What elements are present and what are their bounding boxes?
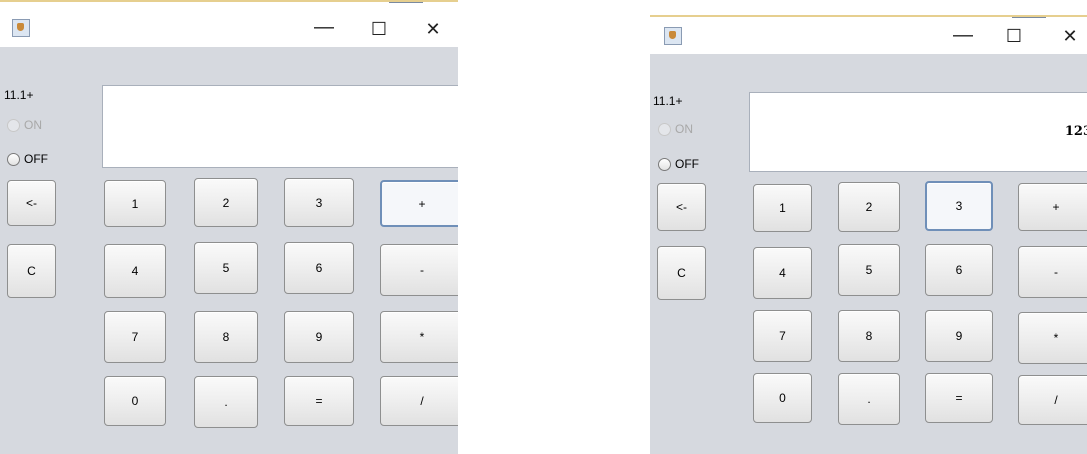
key-3-button[interactable]: 3 bbox=[284, 178, 354, 227]
title-bar: — ☐ ✕ bbox=[0, 0, 458, 47]
key-5-button[interactable]: 5 bbox=[838, 244, 900, 296]
key-3-button[interactable]: 3 bbox=[925, 181, 993, 231]
key-7-button[interactable]: 7 bbox=[753, 310, 812, 362]
radio-on-indicator bbox=[7, 118, 20, 132]
radio-off[interactable]: OFF bbox=[658, 157, 699, 171]
radio-on-label: ON bbox=[24, 118, 42, 132]
key-8-button[interactable]: 8 bbox=[838, 310, 900, 362]
key-6-button[interactable]: 6 bbox=[925, 244, 993, 296]
key-9-button[interactable]: 9 bbox=[925, 310, 993, 362]
key-decimal-button[interactable]: . bbox=[194, 376, 258, 428]
java-app-icon bbox=[664, 27, 682, 45]
radio-on: ON bbox=[658, 122, 693, 136]
radio-off-label: OFF bbox=[675, 157, 699, 171]
backspace-button[interactable]: <- bbox=[657, 183, 706, 231]
key-5-button[interactable]: 5 bbox=[194, 242, 258, 294]
minimize-button[interactable]: — bbox=[951, 25, 975, 45]
key-4-button[interactable]: 4 bbox=[753, 247, 812, 299]
key-9-button[interactable]: 9 bbox=[284, 311, 354, 363]
clear-button[interactable]: C bbox=[7, 244, 56, 298]
key-2-button[interactable]: 2 bbox=[838, 182, 900, 232]
key-divide-button[interactable]: / bbox=[1018, 375, 1087, 425]
key-divide-button[interactable]: / bbox=[380, 376, 458, 426]
calculator-window-2: — ☐ ✕ 11.1+ ON OFF 123 <- C 1 2 3 + 4 5 … bbox=[650, 0, 1087, 454]
display-field[interactable] bbox=[102, 85, 458, 168]
radio-on: ON bbox=[7, 118, 42, 132]
key-decimal-button[interactable]: . bbox=[838, 373, 900, 425]
clear-button[interactable]: C bbox=[657, 246, 706, 300]
key-1-button[interactable]: 1 bbox=[753, 184, 812, 232]
backspace-button[interactable]: <- bbox=[7, 180, 56, 226]
key-equals-button[interactable]: = bbox=[284, 376, 354, 426]
title-bar: — ☐ ✕ bbox=[650, 15, 1087, 54]
key-plus-button[interactable]: + bbox=[1018, 183, 1087, 231]
key-multiply-button[interactable]: * bbox=[1018, 312, 1087, 364]
display-value: 123 bbox=[1064, 124, 1087, 139]
display-field[interactable]: 123 bbox=[749, 92, 1087, 172]
window-top-border bbox=[0, 0, 458, 2]
key-2-button[interactable]: 2 bbox=[194, 178, 258, 227]
calculator-window-1: — ☐ ✕ 11.1+ ON OFF <- C 1 2 3 + 4 5 6 - … bbox=[0, 0, 458, 454]
radio-on-indicator bbox=[658, 122, 671, 136]
key-multiply-button[interactable]: * bbox=[380, 311, 458, 363]
window-top-border bbox=[650, 15, 1087, 17]
key-equals-button[interactable]: = bbox=[925, 373, 993, 423]
key-minus-button[interactable]: - bbox=[1018, 246, 1087, 298]
key-0-button[interactable]: 0 bbox=[753, 373, 812, 423]
key-0-button[interactable]: 0 bbox=[104, 376, 166, 426]
key-7-button[interactable]: 7 bbox=[104, 311, 166, 363]
key-8-button[interactable]: 8 bbox=[194, 311, 258, 363]
window-top-gap bbox=[650, 0, 1087, 15]
close-button[interactable]: ✕ bbox=[421, 20, 445, 38]
expression-label: 11.1+ bbox=[4, 88, 34, 102]
radio-off-label: OFF bbox=[24, 152, 48, 166]
key-4-button[interactable]: 4 bbox=[104, 244, 166, 298]
expression-label: 11.1+ bbox=[653, 94, 683, 108]
maximize-button[interactable]: ☐ bbox=[367, 20, 391, 38]
key-plus-button[interactable]: + bbox=[380, 180, 458, 227]
radio-off-indicator[interactable] bbox=[658, 157, 671, 171]
minimize-button[interactable]: — bbox=[312, 17, 336, 37]
key-6-button[interactable]: 6 bbox=[284, 242, 354, 294]
radio-on-label: ON bbox=[675, 122, 693, 136]
radio-off-indicator[interactable] bbox=[7, 152, 20, 166]
close-button[interactable]: ✕ bbox=[1058, 27, 1082, 45]
key-minus-button[interactable]: - bbox=[380, 244, 458, 296]
key-1-button[interactable]: 1 bbox=[104, 180, 166, 227]
radio-off[interactable]: OFF bbox=[7, 152, 48, 166]
maximize-button[interactable]: ☐ bbox=[1002, 27, 1026, 45]
java-app-icon bbox=[12, 19, 30, 37]
